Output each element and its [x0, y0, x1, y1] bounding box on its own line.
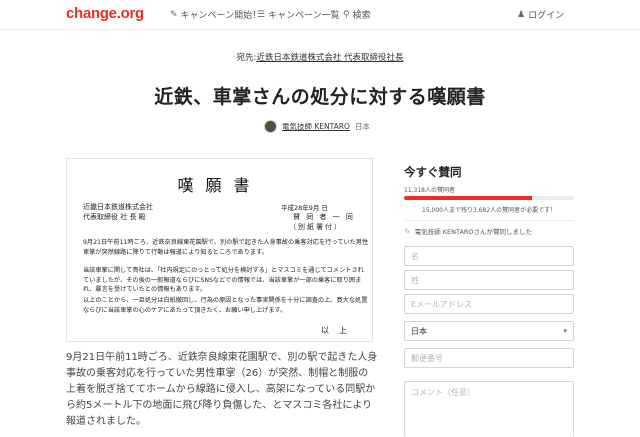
- doc-closing: 以上: [321, 326, 357, 335]
- country-select-value: 日本: [411, 326, 427, 336]
- nav-start-campaign[interactable]: ✎ キャンペーン開始！: [170, 8, 262, 22]
- user-icon: ♟: [517, 9, 526, 20]
- zip-code-field[interactable]: [404, 348, 574, 368]
- nav-search[interactable]: ⚲ 検索: [343, 8, 371, 22]
- signature-progress-bar: [404, 196, 574, 200]
- list-icon: ☰: [257, 9, 266, 20]
- doc-to-line2: 代表取締役 社 長 殿: [83, 213, 146, 221]
- nav-login[interactable]: ♟ ログイン: [517, 8, 565, 22]
- change-org-logo[interactable]: change.org: [66, 5, 144, 22]
- nav-login-label: ログイン: [528, 11, 565, 21]
- email-field[interactable]: [404, 294, 574, 314]
- nav-search-label: 検索: [352, 11, 371, 21]
- petition-author: 電気技師 KENTARO 日本: [264, 120, 370, 133]
- pencil-icon: ✎: [170, 9, 178, 20]
- doc-paragraph-2: 当該車掌に関して貴社は、「社内規定にのっとって処分を検討する」とマスコミを通じて…: [83, 267, 364, 293]
- avatar: [264, 120, 277, 133]
- top-header: change.org ✎ キャンペーン開始！ ☰ キャンペーン一覧 ⚲ 検索 ♟…: [0, 0, 640, 30]
- petition-document-image: 嘆願書 近畿日本鉄道株式会社 代表取締役 社 長 殿 平成28年9月 日 賛 同…: [66, 158, 373, 342]
- recipient-link[interactable]: 近鉄日本鉄道株式会社 代表取締役社長: [256, 53, 403, 63]
- recipient-prefix: 宛先:: [236, 53, 257, 63]
- last-name-field[interactable]: [404, 270, 574, 290]
- author-name[interactable]: 電気技師 KENTARO: [282, 121, 350, 132]
- signature-count: 11,318人の賛同者: [404, 187, 455, 194]
- doc-signatories-note: （別紙署付）: [289, 223, 343, 231]
- search-icon: ⚲: [343, 9, 350, 20]
- doc-to-line1: 近畿日本鉄道株式会社: [83, 203, 153, 211]
- first-name-field[interactable]: [404, 246, 574, 266]
- pencil-icon: ✎: [404, 226, 411, 236]
- comment-textarea[interactable]: [404, 381, 574, 437]
- nav-browse-label: キャンペーン一覧: [268, 11, 340, 21]
- nav-browse-campaigns[interactable]: ☰ キャンペーン一覧: [257, 8, 340, 22]
- doc-paragraph-3: 以上のことから、一旦処分は白紙撤回し、行為の原因となった事実関係を十分に調査の上…: [83, 297, 368, 314]
- nav-start-label: キャンペーン開始！: [180, 11, 262, 21]
- sidebar-divider: [404, 220, 574, 221]
- doc-date: 平成28年9月 日: [281, 204, 328, 212]
- doc-paragraph-1: 9月21日午前11時ごろ、近鉄奈良線東花園駅で、別の駅で起きた人身事故の乗客対応…: [83, 239, 369, 256]
- recent-signer: ✎ 電気技師 KENTAROさんが賛同しました: [404, 226, 533, 237]
- petition-recipient: 宛先:近鉄日本鉄道株式会社 代表取締役社長: [0, 51, 640, 63]
- recent-signer-text: 電気技師 KENTAROさんが賛同しました: [414, 228, 533, 236]
- country-select[interactable]: 日本 ▾: [404, 321, 574, 341]
- signature-goal-text: 15,000人まで残り3,682人の賛同者が必要です！: [422, 207, 557, 214]
- petition-body-text: 9月21日午前11時ごろ、近鉄奈良線東花園駅で、別の駅で起きた人身事故の乗客対応…: [66, 352, 378, 427]
- petition-title: 近鉄、車掌さんの処分に対する嘆願書: [154, 86, 486, 108]
- doc-title: 嘆願書: [177, 176, 262, 195]
- chevron-down-icon: ▾: [563, 327, 567, 335]
- signature-progress-fill: [404, 196, 532, 200]
- doc-signatories: 賛 同 者 一 同: [293, 213, 355, 221]
- sign-now-heading: 今すぐ賛同: [404, 165, 462, 179]
- author-country: 日本: [354, 122, 370, 131]
